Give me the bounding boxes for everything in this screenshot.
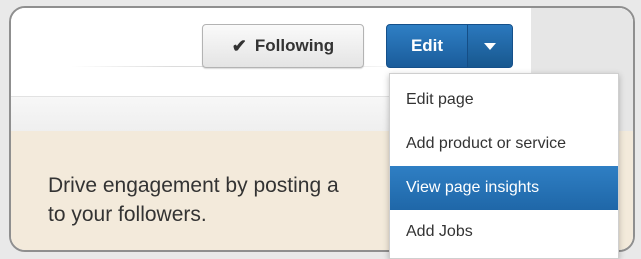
following-button[interactable]: ✔ Following bbox=[202, 24, 364, 68]
engagement-message: Drive engagement by posting a to your fo… bbox=[48, 171, 388, 229]
menu-item-edit-page[interactable]: Edit page bbox=[390, 78, 618, 122]
engagement-message-line-1: Drive engagement by posting a bbox=[48, 174, 339, 197]
edit-button[interactable]: Edit bbox=[387, 25, 467, 67]
edit-button-group: Edit bbox=[386, 24, 513, 68]
menu-item-add-jobs[interactable]: Add Jobs bbox=[390, 210, 618, 254]
engagement-message-line-2: to your followers. bbox=[48, 203, 207, 226]
following-label: Following bbox=[254, 36, 335, 55]
menu-item-add-product-or-service[interactable]: Add product or service bbox=[390, 122, 618, 166]
edit-dropdown-menu: Edit page Add product or service View pa… bbox=[389, 73, 619, 259]
menu-item-view-page-insights[interactable]: View page insights bbox=[390, 166, 618, 210]
caret-down-icon bbox=[484, 42, 496, 50]
edit-menu-toggle[interactable] bbox=[467, 25, 512, 67]
checkmark-icon: ✔ bbox=[231, 35, 247, 56]
